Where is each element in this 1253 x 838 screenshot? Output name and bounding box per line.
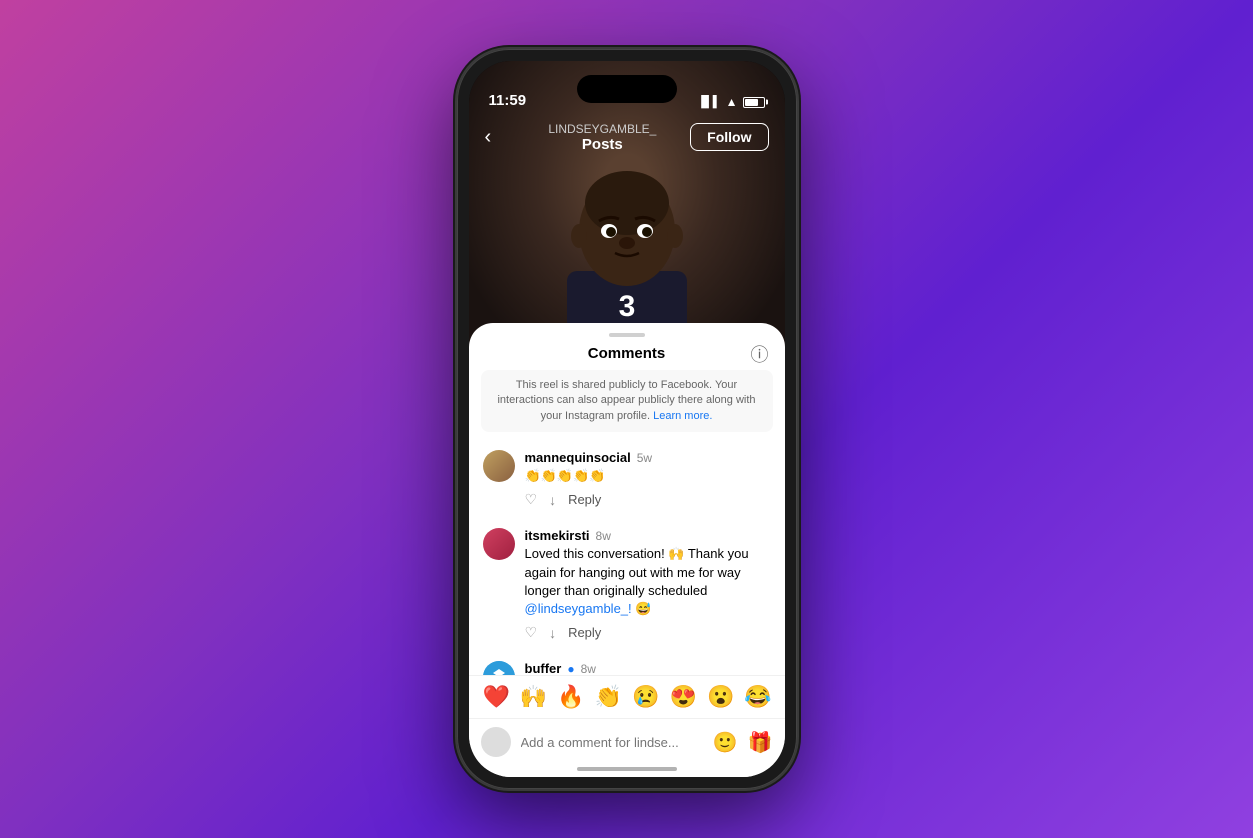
reply-button[interactable]: Reply xyxy=(568,492,601,507)
learn-more-link[interactable]: Learn more. xyxy=(653,410,712,422)
comment-time: 8w xyxy=(596,529,611,543)
comments-title: Comments xyxy=(588,345,666,362)
wifi-icon: ▲ xyxy=(726,95,738,109)
phone-screen: 3 xyxy=(469,61,785,777)
mute-button xyxy=(453,159,457,189)
dynamic-island xyxy=(577,75,677,103)
downvote-button[interactable]: ↓ xyxy=(549,492,556,508)
comment-input[interactable] xyxy=(521,735,703,750)
info-icon[interactable]: ⓘ xyxy=(751,341,769,367)
nav-bar: ‹ LINDSEYGAMBLE_ Posts Follow xyxy=(469,115,785,159)
comment-username: buffer xyxy=(525,661,562,675)
battery-icon xyxy=(743,97,765,108)
emoji-fire[interactable]: 🔥 xyxy=(557,684,584,710)
mention[interactable]: @lindseygamble_! xyxy=(525,601,632,616)
emoji-clap[interactable]: 👏 xyxy=(595,684,622,710)
comment-content: mannequinsocial 5w 👏👏👏👏👏 ♡ ↓ Reply xyxy=(525,450,771,508)
comment-header: buffer ● 8w xyxy=(525,661,771,675)
avatar xyxy=(483,661,515,675)
nav-center: LINDSEYGAMBLE_ Posts xyxy=(515,122,691,153)
comment-item: mannequinsocial 5w 👏👏👏👏👏 ♡ ↓ Reply xyxy=(483,440,771,518)
comment-content: itsmekirsti 8w Loved this conversation! … xyxy=(525,528,771,641)
follow-button[interactable]: Follow xyxy=(690,123,768,151)
gift-button[interactable]: 🎁 xyxy=(748,730,773,755)
like-button[interactable]: ♡ xyxy=(525,491,538,508)
emoji-bar: ❤️ 🙌 🔥 👏 😢 😍 😮 😂 xyxy=(469,675,785,718)
back-button[interactable]: ‹ xyxy=(485,126,515,149)
status-icons: ▐▌▌ ▲ xyxy=(697,95,764,109)
heart-icon: ♡ xyxy=(525,624,538,641)
emoji-heart[interactable]: ❤️ xyxy=(483,684,510,710)
profile-username-label: LINDSEYGAMBLE_ xyxy=(515,122,691,136)
downvote-button[interactable]: ↓ xyxy=(549,625,556,641)
volume-up-button xyxy=(453,204,457,254)
face-illustration: 3 xyxy=(547,131,707,331)
power-button xyxy=(797,189,801,249)
heart-icon: ♡ xyxy=(525,491,538,508)
comment-content: buffer ● 8w Thanks so much for joining u… xyxy=(525,661,771,675)
signal-icon: ▐▌▌ xyxy=(697,96,720,108)
avatar xyxy=(483,528,515,560)
avatar xyxy=(483,450,515,482)
emoji-raised-hands[interactable]: 🙌 xyxy=(520,684,547,710)
comment-actions: ♡ ↓ Reply xyxy=(525,624,771,641)
comment-text: Loved this conversation! 🙌 Thank you aga… xyxy=(525,545,771,618)
comment-username: itsmekirsti xyxy=(525,528,590,543)
comment-header: itsmekirsti 8w xyxy=(525,528,771,543)
down-icon: ↓ xyxy=(549,625,556,641)
emoji-wow[interactable]: 😮 xyxy=(707,684,734,710)
comment-actions: ♡ ↓ Reply xyxy=(525,491,771,508)
volume-down-button xyxy=(453,264,457,314)
emoji-heart-eyes[interactable]: 😍 xyxy=(670,684,697,710)
emoji-cry[interactable]: 😢 xyxy=(632,684,659,710)
nav-title: Posts xyxy=(515,136,691,153)
emoji-picker-button[interactable]: 🙂 xyxy=(713,730,738,755)
comment-username: mannequinsocial xyxy=(525,450,631,465)
comments-list: mannequinsocial 5w 👏👏👏👏👏 ♡ ↓ Reply xyxy=(469,440,785,675)
comment-header: mannequinsocial 5w xyxy=(525,450,771,465)
reply-button[interactable]: Reply xyxy=(568,625,601,640)
comment-time: 8w xyxy=(581,662,596,675)
like-button[interactable]: ♡ xyxy=(525,624,538,641)
buffer-logo xyxy=(483,661,515,675)
down-icon: ↓ xyxy=(549,492,556,508)
emoji-laughing[interactable]: 😂 xyxy=(744,684,771,710)
comment-item: buffer ● 8w Thanks so much for joining u… xyxy=(483,651,771,675)
comment-item: itsmekirsti 8w Loved this conversation! … xyxy=(483,518,771,651)
comment-time: 5w xyxy=(637,451,652,465)
verified-icon: ● xyxy=(567,662,574,675)
sheet-header: Comments ⓘ xyxy=(469,337,785,370)
home-indicator xyxy=(577,767,677,771)
svg-text:3: 3 xyxy=(618,290,635,323)
facebook-notice-text: This reel is shared publicly to Facebook… xyxy=(497,379,755,422)
user-avatar xyxy=(481,727,511,757)
comments-sheet: Comments ⓘ This reel is shared publicly … xyxy=(469,323,785,777)
phone-device: 3 xyxy=(457,49,797,789)
facebook-notice: This reel is shared publicly to Facebook… xyxy=(481,370,773,432)
comment-text: 👏👏👏👏👏 xyxy=(525,467,771,485)
